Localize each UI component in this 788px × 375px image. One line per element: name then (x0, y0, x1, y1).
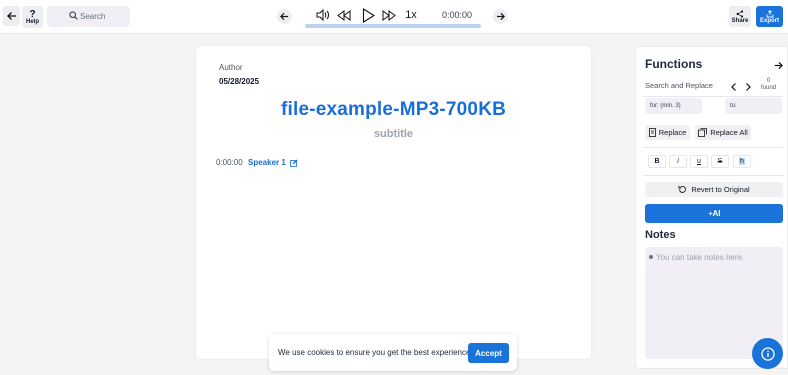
divider (643, 147, 783, 148)
highlight-label: h (739, 158, 745, 165)
search-replace-label: Search and Replace (645, 81, 713, 90)
rewind-button[interactable] (336, 6, 352, 24)
cookie-banner: We use cookies to ensure you get the bes… (269, 334, 517, 371)
functions-panel: Functions Search and Replace 0 found for… (635, 46, 788, 369)
cookie-text: We use cookies to ensure you get the bes… (278, 348, 473, 357)
replace-to-input[interactable]: to: (725, 98, 782, 114)
notes-bullet (649, 255, 653, 259)
document-title[interactable]: file-example-MP3-700KB (196, 99, 591, 121)
ai-label: AI (712, 209, 721, 218)
search-icon (69, 11, 78, 20)
back-button[interactable] (3, 6, 20, 26)
playback-time: 0:00:00 (441, 10, 473, 20)
help-label: Help (25, 18, 39, 25)
rewind-icon (337, 9, 351, 21)
volume-icon (316, 9, 329, 21)
found-count: 0 (766, 78, 771, 84)
ai-button[interactable]: AI (645, 204, 783, 223)
arrow-left-icon (6, 12, 16, 20)
replace-all-button[interactable]: Replace All (695, 125, 751, 140)
notes-placeholder: You can take notes here. (656, 253, 745, 262)
arrow-right-icon (774, 61, 783, 70)
revert-icon (678, 185, 687, 193)
functions-title: Functions (645, 57, 703, 71)
play-icon (362, 7, 375, 23)
playback-progress-bar[interactable] (305, 24, 481, 28)
arrow-right-icon (496, 12, 505, 21)
italic-button[interactable]: i (669, 155, 687, 168)
export-icon (766, 9, 773, 17)
question-icon: ? (29, 8, 36, 20)
help-button[interactable]: ? Help (22, 6, 43, 28)
info-icon (760, 346, 775, 361)
speaker-name[interactable]: Speaker 1 (248, 158, 286, 167)
accept-cookies-button[interactable]: Accept (468, 343, 509, 363)
replace-all-label: Replace All (710, 128, 748, 137)
edit-speaker-button[interactable] (289, 159, 298, 167)
notes-title: Notes (645, 229, 676, 241)
author-label[interactable]: Author (219, 63, 243, 72)
transcript-segment: 0:00:00 Speaker 1 (216, 158, 298, 167)
chevron-left-icon (731, 83, 736, 91)
revert-label: Revert to Original (691, 185, 750, 194)
replace-icon (648, 128, 656, 137)
segment-timestamp[interactable]: 0:00:00 (216, 158, 248, 167)
chevron-right-icon (746, 83, 751, 91)
previous-button[interactable] (277, 9, 292, 24)
share-label: Share (731, 17, 749, 24)
export-button[interactable]: Export (756, 6, 783, 27)
strikethrough-button[interactable]: S (711, 155, 729, 168)
document-date[interactable]: 05/28/2025 (219, 77, 259, 86)
divider (643, 96, 783, 97)
found-label: found (761, 85, 777, 91)
search-label: Search (80, 12, 106, 21)
search-button[interactable]: Search (47, 6, 130, 27)
play-button[interactable] (360, 6, 376, 24)
fast-forward-icon (382, 9, 396, 21)
underline-button[interactable]: u (690, 155, 708, 168)
revert-to-original-button[interactable]: Revert to Original (645, 182, 783, 197)
edit-icon (289, 159, 298, 167)
share-button[interactable]: Share (729, 6, 751, 27)
fast-forward-button[interactable] (381, 6, 397, 24)
info-button[interactable] (752, 338, 783, 369)
transcript-document: Author 05/28/2025 file-example-MP3-700KB… (196, 46, 591, 359)
replace-button[interactable]: Replace (645, 125, 690, 140)
top-toolbar: ? Help Search 1x 0:00:00 Share Export (0, 0, 788, 34)
arrow-left-icon (280, 12, 289, 21)
export-label: Export (759, 17, 779, 24)
match-count: 0 found (761, 78, 776, 92)
divider (643, 175, 783, 176)
replace-label: Replace (658, 128, 687, 137)
search-for-input[interactable]: for: (min. 3) (645, 98, 702, 114)
previous-match-button[interactable] (730, 79, 738, 97)
audio-player: 1x 0:00:00 (276, 4, 512, 30)
next-button[interactable] (493, 9, 508, 24)
bold-button[interactable]: B (648, 155, 666, 168)
replace-all-icon (698, 128, 708, 137)
next-match-button[interactable] (744, 79, 752, 97)
document-subtitle[interactable]: subtitle (196, 128, 591, 140)
share-icon (736, 9, 744, 18)
playback-speed[interactable]: 1x (404, 6, 418, 24)
volume-button[interactable] (315, 6, 331, 24)
collapse-panel-button[interactable] (774, 57, 783, 75)
highlight-button[interactable]: h (733, 155, 751, 168)
